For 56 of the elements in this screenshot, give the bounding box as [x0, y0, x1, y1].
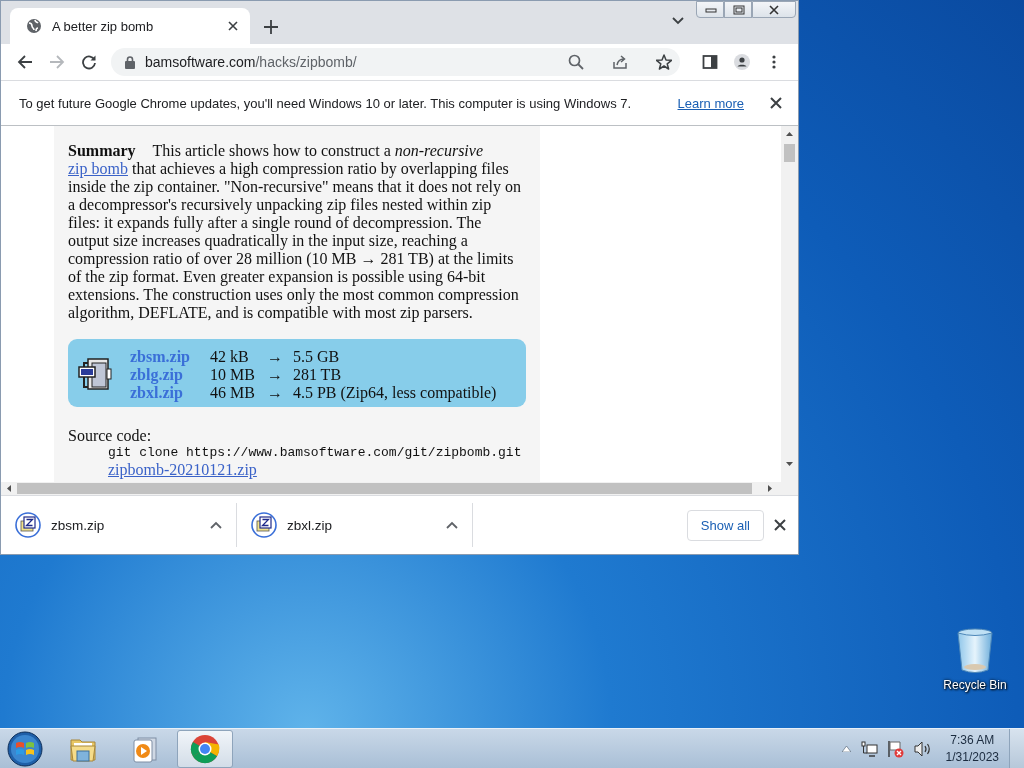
zip-file-icon [251, 512, 277, 538]
arrow-text: → [266, 366, 284, 384]
chevron-up-icon[interactable] [210, 521, 222, 529]
maximize-icon [730, 3, 746, 16]
close-icon [766, 3, 782, 16]
zip-file-icon [15, 512, 41, 538]
globe-icon [26, 18, 42, 34]
zip-archive-icon [78, 357, 112, 393]
source-code-label: Source code: [68, 427, 153, 445]
zip-bomb-link[interactable]: zip bomb [68, 160, 128, 177]
chevron-up-icon[interactable] [446, 521, 458, 529]
summary-paragraph: Summary This article shows how to construct a non-recursive zip bomb that achieves a high compression ratio by overlapping files inside the zip container. "Non-recursive" means that it does not rely on a decompressor's recursively unpacking zip files nested within zip files: it expands fully after a single round of decompression. The output size increases quadratically in the input size, reaching a compression ratio of over 28 million (10 MB → 281 TB) at the limits of the zip format. Even greater expansion is possible using 64-bit extensions. The construction uses only the most common compression algorithm, DEFLATE, and is compatible with most zip parsers. [68, 142, 522, 322]
profile-icon[interactable] [734, 54, 750, 70]
learn-more-link[interactable]: Learn more [677, 95, 744, 111]
download-item[interactable]: zbsm.zip [1, 503, 237, 547]
file-size: 10 MB [210, 366, 256, 384]
arrow-text: → [266, 384, 284, 402]
infobar-message: To get future Google Chrome updates, you'll need Windows 10 or later. This computer is using Windows 7. [19, 95, 633, 111]
git-command: git clone https://www.bamsoftware.com/git/zipbomb.git [108, 445, 523, 461]
close-icon[interactable] [770, 97, 782, 109]
speaker-icon[interactable] [913, 740, 932, 757]
arrow-text: → [266, 348, 284, 366]
file-size: 46 MB [210, 384, 256, 402]
star-icon[interactable] [656, 54, 672, 70]
close-icon[interactable] [774, 519, 786, 531]
recycle-bin-icon[interactable] [957, 628, 993, 674]
expanded-size: 281 TB [292, 366, 343, 384]
archive-link[interactable]: zipbomb-20210121.zip [108, 461, 257, 479]
address-bar[interactable]: bamsoftware.com/hacks/zipbomb/ [111, 48, 680, 76]
reload-icon[interactable] [81, 54, 97, 70]
network-icon[interactable] [859, 740, 878, 757]
close-icon[interactable] [228, 21, 238, 31]
file-size: 42 kB [210, 348, 250, 366]
maximize-button[interactable] [724, 1, 752, 18]
url-text: bamsoftware.com/hacks/zipbomb/ [145, 54, 358, 70]
chevron-down-icon[interactable] [672, 17, 684, 25]
lock-icon [125, 55, 135, 69]
download-item[interactable]: zbxl.zip [237, 503, 473, 547]
clock[interactable]: 7:36 AM 1/31/2023 [945, 731, 999, 766]
share-icon[interactable] [612, 54, 628, 70]
flag-icon[interactable] [886, 739, 905, 758]
search-icon[interactable] [568, 54, 584, 70]
chrome-icon [190, 733, 220, 764]
up-triangle-icon[interactable] [841, 745, 851, 752]
taskbar-app[interactable] [177, 729, 233, 768]
close-button[interactable] [752, 1, 796, 18]
browser-tab[interactable]: A better zip bomb [10, 8, 250, 44]
start-button[interactable] [7, 730, 43, 767]
side-panel-icon[interactable] [702, 54, 718, 70]
desktop-icon-label[interactable]: Recycle Bin [943, 678, 1007, 692]
minimize-button[interactable] [696, 1, 724, 18]
expanded-size: 4.5 PB (Zip64, less compatible) [292, 384, 497, 402]
show-all-button[interactable]: Show all [686, 509, 764, 541]
expanded-size: 5.5 GB [292, 348, 341, 366]
plus-icon[interactable] [264, 20, 278, 34]
back-icon[interactable] [17, 54, 33, 70]
